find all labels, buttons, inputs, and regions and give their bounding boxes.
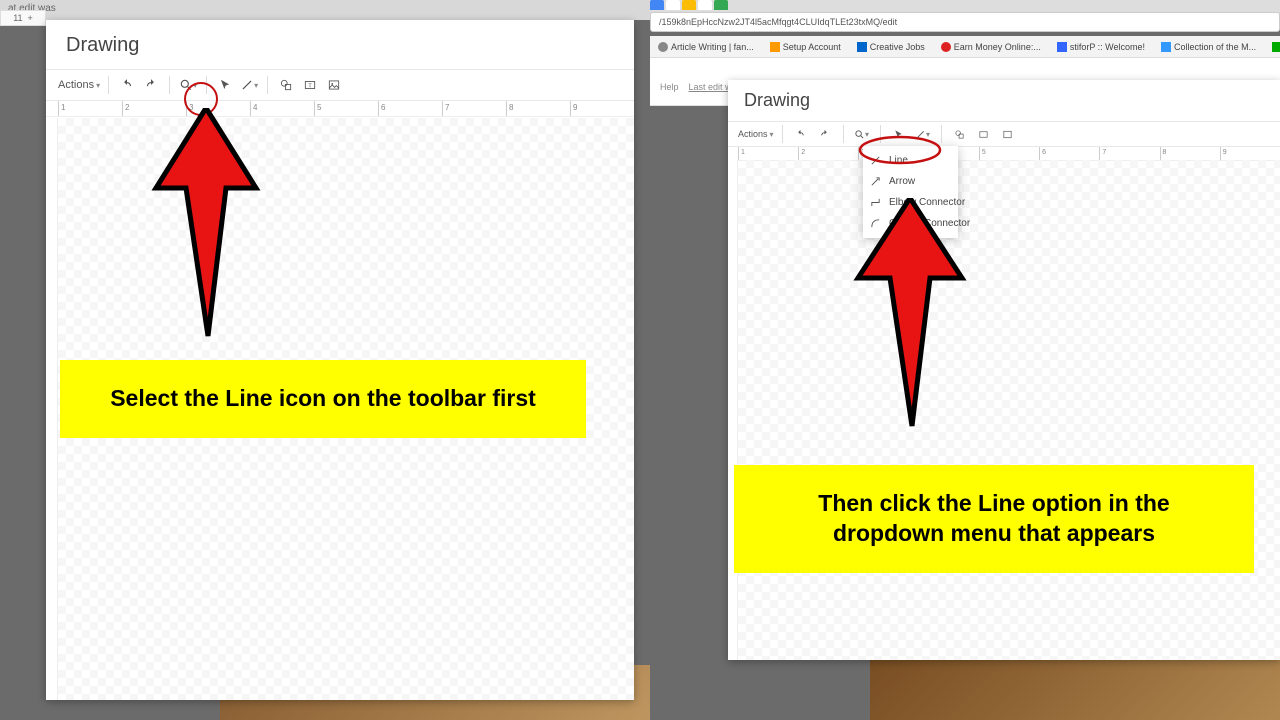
shape-tool[interactable] xyxy=(950,124,970,144)
drawing-toolbar: Actions▾ ▾ ▾ T xyxy=(46,69,634,101)
zoom-button[interactable]: ▾ xyxy=(852,124,872,144)
image-tool[interactable] xyxy=(998,124,1018,144)
line-icon xyxy=(869,154,881,166)
arrow-icon xyxy=(869,175,881,187)
bookmark-earn[interactable]: Earn Money Online:... xyxy=(941,42,1041,52)
bookmarks-bar: Article Writing | fan... Setup Account C… xyxy=(650,36,1280,58)
redo-button[interactable] xyxy=(815,124,835,144)
line-dropdown: Line Arrow Elbow Connector Curved Connec… xyxy=(863,146,958,238)
menu-item-elbow[interactable]: Elbow Connector xyxy=(863,192,958,213)
shape-tool[interactable] xyxy=(276,75,296,95)
undo-button[interactable] xyxy=(117,75,137,95)
drawing-dialog-right: Drawing Actions▾ ▾ ▾ 1 2 3 4 5 6 7 8 9 L… xyxy=(728,80,1280,660)
instruction-callout: Select the Line icon on the toolbar firs… xyxy=(60,360,586,438)
image-tool[interactable] xyxy=(324,75,344,95)
svg-text:T: T xyxy=(308,83,312,89)
instruction-callout: Then click the Line option in the dropdo… xyxy=(734,465,1254,573)
font-size-box: 11 + xyxy=(0,10,46,26)
vertical-ruler xyxy=(46,118,58,700)
help-menu[interactable]: Help xyxy=(660,82,679,92)
drawing-canvas[interactable] xyxy=(738,160,1280,660)
bookmark-collection[interactable]: Collection of the M... xyxy=(1161,42,1256,52)
elbow-connector-icon xyxy=(869,196,881,208)
bookmark-article[interactable]: Article Writing | fan... xyxy=(658,42,754,52)
drawing-toolbar: Actions▾ ▾ ▾ xyxy=(728,121,1280,147)
actions-menu[interactable]: Actions▾ xyxy=(738,129,774,139)
select-tool[interactable] xyxy=(215,75,235,95)
browser-tabs xyxy=(650,0,1280,12)
bookmark-creative[interactable]: Creative Jobs xyxy=(857,42,925,52)
url-bar[interactable]: /159k8nEpHccNzw2JT4l5acMfqgt4CLUIdqTLEt2… xyxy=(650,12,1280,32)
url-text: /159k8nEpHccNzw2JT4l5acMfqgt4CLUIdqTLEt2… xyxy=(659,17,897,27)
textbox-tool[interactable]: T xyxy=(300,75,320,95)
curved-connector-icon xyxy=(869,217,881,229)
undo-button[interactable] xyxy=(791,124,811,144)
bookmark-stiforp[interactable]: stiforP :: Welcome! xyxy=(1057,42,1145,52)
menu-item-arrow[interactable]: Arrow xyxy=(863,171,958,192)
font-size-value: 11 xyxy=(13,13,22,23)
drawing-dialog-left: Drawing Actions▾ ▾ ▾ T 1 2 3 4 5 6 7 8 9… xyxy=(46,20,634,700)
bookmark-newsubs[interactable]: New Subsc xyxy=(1272,42,1280,52)
horizontal-ruler: 1 2 3 4 5 6 7 8 9 xyxy=(728,147,1280,161)
dialog-title: Drawing xyxy=(46,20,634,69)
select-tool[interactable] xyxy=(889,124,909,144)
bookmark-setup[interactable]: Setup Account xyxy=(770,42,841,52)
actions-menu[interactable]: Actions▾ xyxy=(58,79,100,91)
textbox-tool[interactable] xyxy=(974,124,994,144)
line-tool[interactable]: ▾ xyxy=(913,124,933,144)
line-tool[interactable]: ▾ xyxy=(239,75,259,95)
redo-button[interactable] xyxy=(141,75,161,95)
background-photo-right xyxy=(870,660,1280,720)
vertical-ruler xyxy=(728,160,738,660)
menu-item-line[interactable]: Line xyxy=(863,150,958,171)
zoom-button[interactable]: ▾ xyxy=(178,75,198,95)
horizontal-ruler: 1 2 3 4 5 6 7 8 9 xyxy=(46,101,634,117)
menu-item-curved[interactable]: Curved Connector xyxy=(863,213,958,234)
dialog-title: Drawing xyxy=(728,80,1280,121)
